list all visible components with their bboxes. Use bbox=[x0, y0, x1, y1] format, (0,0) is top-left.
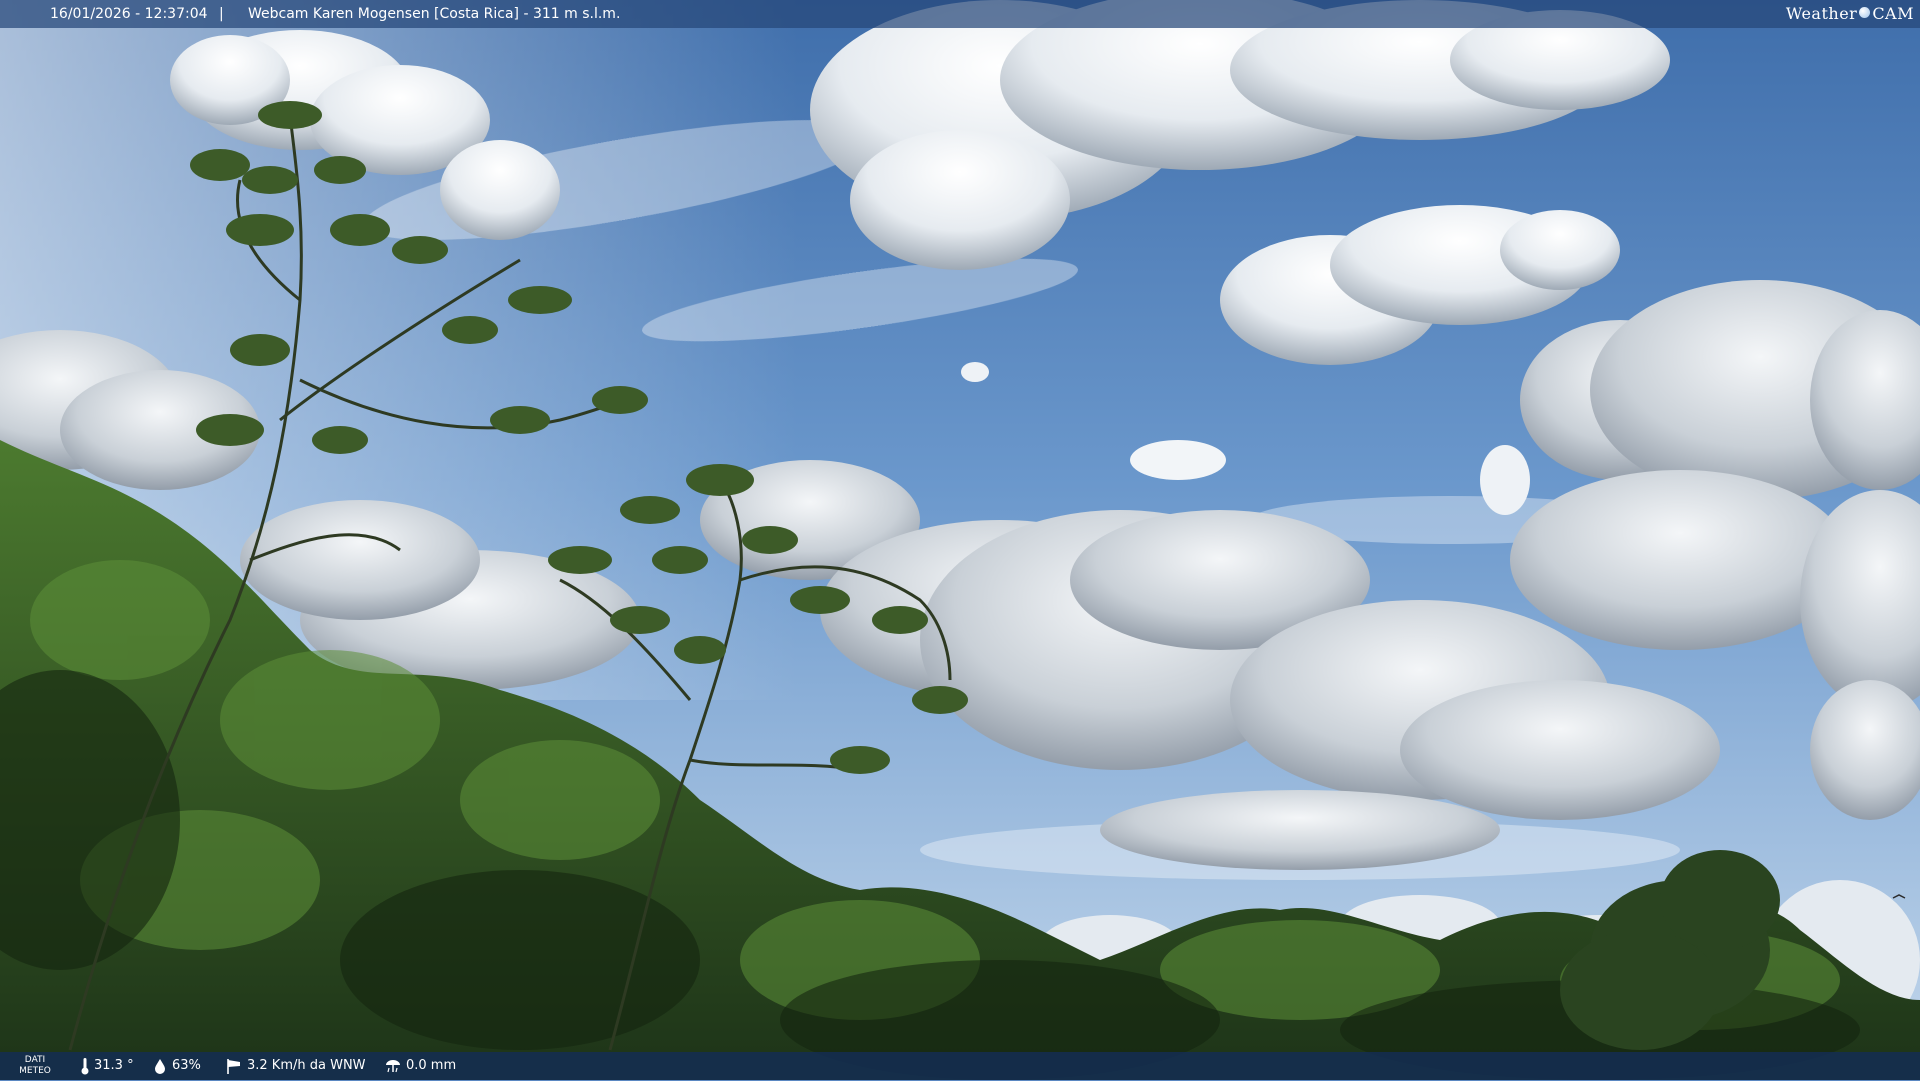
droplet-icon bbox=[155, 1059, 165, 1074]
weather-data-label: DATI METEO bbox=[19, 1055, 51, 1076]
thermometer-icon bbox=[81, 1058, 89, 1075]
cloud-small-puff bbox=[961, 362, 989, 382]
logo-text-right: CAM bbox=[1872, 4, 1914, 23]
webcam-header-bar: 16/01/2026 - 12:37:04 | Webcam Karen Mog… bbox=[0, 0, 1920, 28]
wind-value: 3.2 Km/h da WNW bbox=[247, 1058, 366, 1073]
cloud-small-puff bbox=[1480, 445, 1530, 515]
rain-value: 0.0 mm bbox=[406, 1058, 457, 1073]
header-separator: | bbox=[219, 6, 224, 22]
weathercam-logo: Weather CAM bbox=[1786, 0, 1914, 28]
webcam-title: Webcam Karen Mogensen [Costa Rica] - 311… bbox=[248, 6, 621, 22]
logo-text-left: Weather bbox=[1785, 4, 1858, 23]
weather-data-bar: DATI METEO 31.3 ° 63% 3.2 Km/h da WNW 0.… bbox=[0, 1052, 1920, 1080]
temperature-readout: 31.3 ° bbox=[80, 1052, 134, 1080]
humidity-readout: 63% bbox=[152, 1052, 201, 1080]
cloud-small-puff bbox=[1130, 440, 1226, 480]
wind-readout: 3.2 Km/h da WNW bbox=[225, 1052, 366, 1080]
rain-readout: 0.0 mm bbox=[384, 1052, 456, 1080]
webcam-scene bbox=[0, 0, 1920, 1080]
humidity-value: 63% bbox=[172, 1058, 201, 1073]
timestamp: 16/01/2026 - 12:37:04 bbox=[50, 6, 208, 22]
rain-gauge-icon bbox=[386, 1060, 400, 1073]
logo-globe-icon bbox=[1859, 7, 1871, 18]
windsock-icon bbox=[227, 1059, 240, 1074]
temperature-value: 31.3 ° bbox=[94, 1058, 134, 1073]
